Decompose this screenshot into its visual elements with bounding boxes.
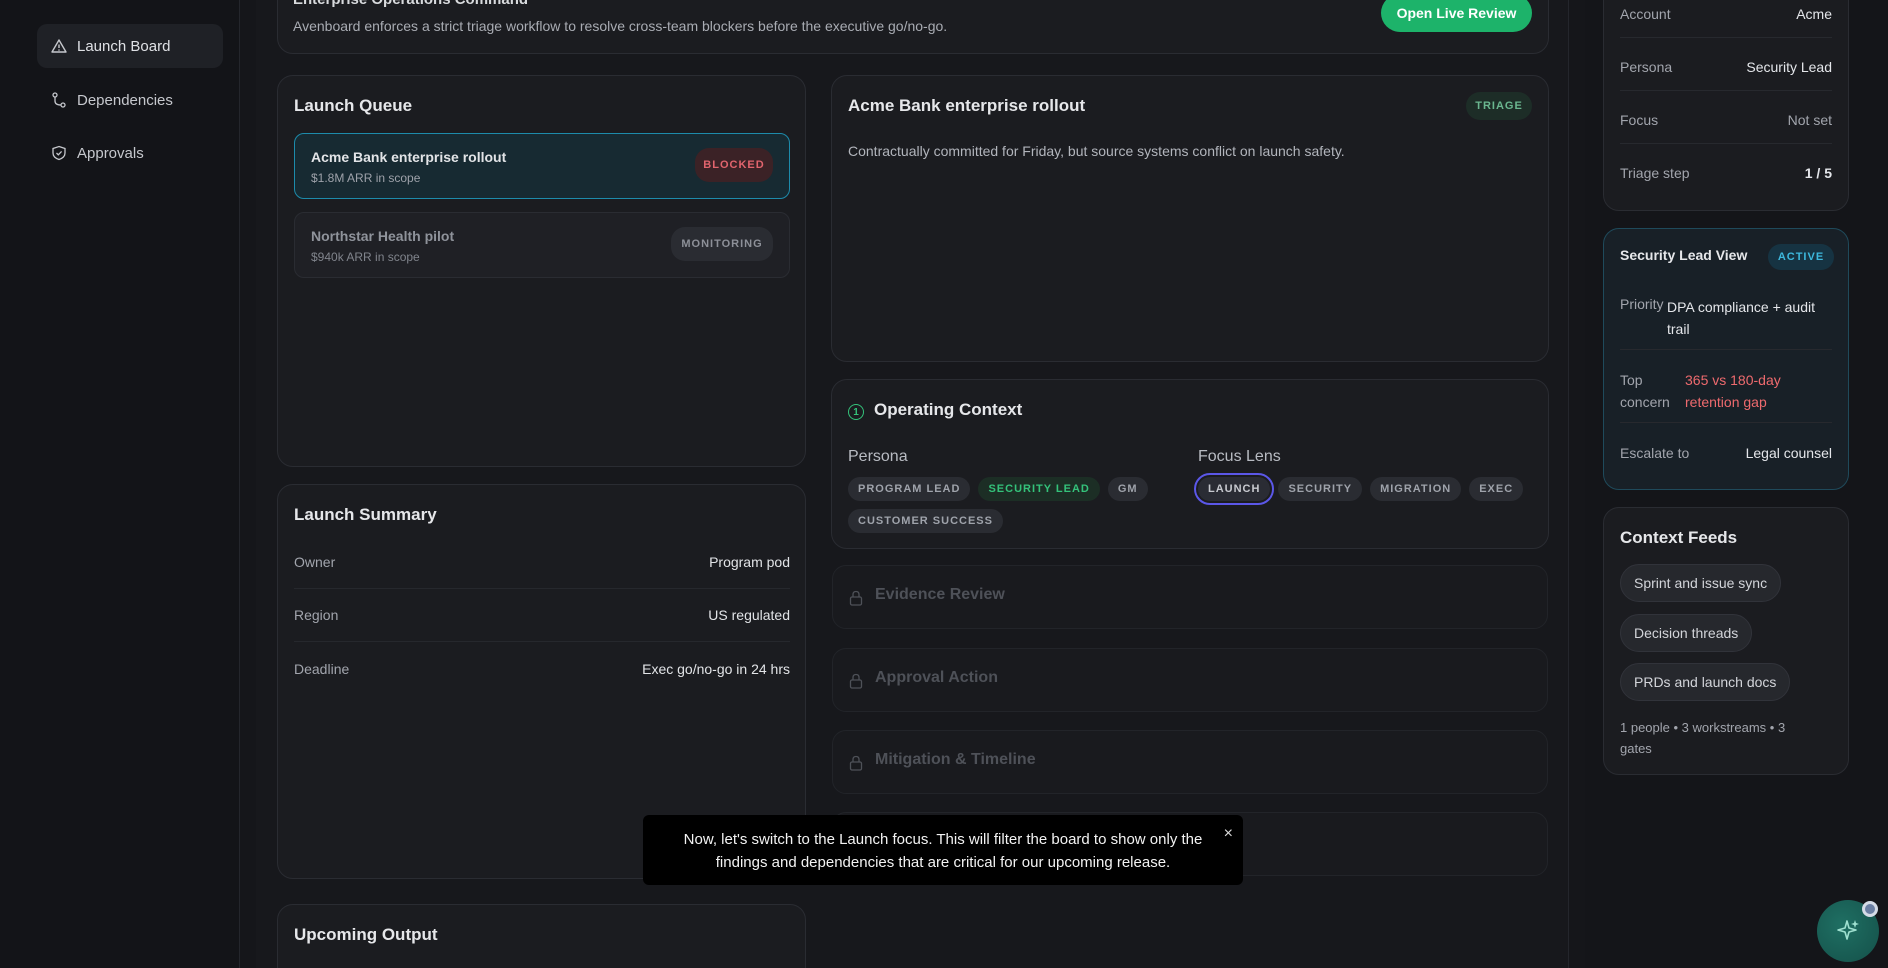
concern-value: 365 vs 180-day retention gap bbox=[1685, 372, 1781, 410]
escalate-value: Legal counsel bbox=[1745, 445, 1832, 461]
focus-chip-exec[interactable]: EXEC bbox=[1469, 477, 1524, 501]
triage-badge: TRIAGE bbox=[1466, 92, 1532, 120]
open-live-review-button[interactable]: Open Live Review bbox=[1381, 0, 1532, 32]
sidebar: Launch Board Dependencies Approvals bbox=[0, 0, 240, 968]
divider bbox=[1620, 90, 1832, 91]
persona-view-card: Security Lead View ACTIVE Priority DPA c… bbox=[1603, 228, 1849, 490]
warning-triangle-icon bbox=[51, 38, 67, 54]
detail-description: Contractually committed for Friday, but … bbox=[848, 143, 1345, 159]
priority-value: DPA compliance + audit trail bbox=[1667, 299, 1815, 337]
step-number-icon: 1 bbox=[848, 404, 864, 420]
context-feeds-card: Context Feeds Sprint and issue sync Deci… bbox=[1603, 507, 1849, 775]
divider bbox=[1620, 37, 1832, 38]
status-badge: MONITORING bbox=[671, 227, 773, 261]
sidebar-item-launch-board[interactable]: Launch Board bbox=[37, 24, 223, 68]
priority-key: Priority bbox=[1620, 296, 1664, 312]
row-value: 1 / 5 bbox=[1804, 165, 1832, 181]
sparkle-icon bbox=[1837, 920, 1859, 940]
lock-icon bbox=[849, 590, 863, 606]
mitigation-timeline-section: Mitigation & Timeline bbox=[832, 730, 1548, 794]
summary-key: Deadline bbox=[294, 660, 350, 677]
summary-value: US regulated bbox=[708, 607, 790, 623]
row-value: Security Lead bbox=[1746, 59, 1832, 75]
tooltip-text: Now, let's switch to the Launch focus. T… bbox=[683, 831, 1203, 871]
concern-key: Top concern bbox=[1620, 372, 1670, 410]
close-icon[interactable]: × bbox=[1224, 822, 1233, 845]
focus-chip-group: LAUNCH SECURITY MIGRATION EXEC bbox=[1193, 473, 1548, 509]
persona-chip-gm[interactable]: GM bbox=[1107, 477, 1148, 501]
persona-chip-security-lead[interactable]: SECURITY LEAD bbox=[978, 477, 1100, 501]
section-title: Evidence Review bbox=[875, 586, 1005, 603]
row-value: Acme bbox=[1796, 6, 1832, 22]
persona-chip-group: PROGRAM LEAD SECURITY LEAD GM CUSTOMER SUCC… bbox=[848, 477, 1178, 541]
launch-queue-card: Launch Queue Acme Bank enterprise rollou… bbox=[277, 75, 806, 467]
account-row: Account Acme bbox=[1620, 6, 1832, 22]
right-panel: Account Acme Persona Security Lead Focus No… bbox=[1585, 0, 1888, 968]
divider bbox=[1620, 143, 1832, 144]
persona-row: Persona Security Lead bbox=[1620, 59, 1832, 75]
focus-chip-launch[interactable]: LAUNCH bbox=[1193, 473, 1275, 505]
status-badge: BLOCKED bbox=[695, 148, 773, 182]
row-key: Triage step bbox=[1620, 165, 1690, 181]
feed-pill-decisions[interactable]: Decision threads bbox=[1620, 614, 1753, 652]
sidebar-item-dependencies[interactable]: Dependencies bbox=[37, 78, 223, 122]
onboarding-tooltip: Now, let's switch to the Launch focus. T… bbox=[643, 815, 1243, 885]
launch-summary-title: Launch Summary bbox=[294, 505, 437, 524]
row-key: Account bbox=[1620, 6, 1671, 22]
page-subtitle: Avenboard enforces a strict triage workf… bbox=[293, 18, 948, 34]
section-title: Approval Action bbox=[875, 669, 998, 686]
queue-item-acme[interactable]: Acme Bank enterprise rollout $1.8M ARR i… bbox=[294, 133, 790, 199]
sidebar-item-approvals[interactable]: Approvals bbox=[37, 131, 223, 175]
branch-icon bbox=[51, 92, 67, 108]
escalate-key: Escalate to bbox=[1620, 445, 1690, 461]
row-value: Not set bbox=[1787, 112, 1832, 128]
summary-row-region: Region US regulated bbox=[294, 589, 790, 642]
launch-detail-card: Acme Bank enterprise rollout TRIAGE Cont… bbox=[831, 75, 1549, 362]
detail-title: Acme Bank enterprise rollout bbox=[848, 96, 1086, 115]
focus-lens-label: Focus Lens bbox=[1198, 448, 1281, 465]
triage-step-row: Triage step 1 / 5 bbox=[1620, 165, 1832, 181]
persona-chip-program-lead[interactable]: PROGRAM LEAD bbox=[848, 477, 971, 501]
page-title: Enterprise Operations Command bbox=[293, 0, 528, 8]
row-key: Persona bbox=[1620, 59, 1673, 75]
operating-context-card: 1 Operating Context Persona PROGRAM LEAD… bbox=[831, 379, 1549, 549]
persona-label: Persona bbox=[848, 448, 908, 465]
context-feeds-title: Context Feeds bbox=[1620, 528, 1738, 547]
summary-key: Region bbox=[294, 607, 339, 623]
approval-action-section: Approval Action bbox=[832, 648, 1548, 712]
sidebar-item-label: Launch Board bbox=[77, 37, 171, 55]
active-badge: ACTIVE bbox=[1768, 244, 1834, 270]
upcoming-output-title: Upcoming Output bbox=[294, 925, 438, 944]
summary-key: Owner bbox=[294, 554, 336, 570]
operating-context-title: Operating Context bbox=[874, 400, 1023, 419]
lock-icon bbox=[849, 755, 863, 771]
notification-dot bbox=[1862, 901, 1878, 917]
launch-queue-title: Launch Queue bbox=[294, 96, 413, 115]
sidebar-item-label: Approvals bbox=[77, 144, 144, 162]
escalate-row: Escalate to Legal counsel bbox=[1620, 445, 1832, 461]
feed-pill-prds[interactable]: PRDs and launch docs bbox=[1620, 663, 1791, 701]
evidence-review-section: Evidence Review bbox=[832, 565, 1548, 629]
account-card: Account Acme Persona Security Lead Focus No… bbox=[1603, 0, 1849, 211]
feed-pill-sprint[interactable]: Sprint and issue sync bbox=[1620, 564, 1782, 602]
persona-chip-customer-success[interactable]: CUSTOMER SUCCESS bbox=[848, 509, 1003, 533]
summary-value: Program pod bbox=[709, 554, 790, 570]
focus-row: Focus Not set bbox=[1620, 112, 1832, 128]
focus-chip-security[interactable]: SECURITY bbox=[1278, 477, 1363, 501]
divider bbox=[1620, 349, 1832, 350]
row-key: Focus bbox=[1620, 112, 1659, 128]
summary-value: Exec go/no-go in 24 hrs bbox=[642, 660, 790, 677]
upcoming-output-card: Upcoming Output bbox=[277, 904, 806, 968]
persona-view-title: Security Lead View bbox=[1620, 247, 1748, 263]
lock-icon bbox=[849, 673, 863, 689]
feeds-footer: 1 people • 3 workstreams • 3 gates bbox=[1620, 720, 1786, 756]
focus-chip-migration[interactable]: MIGRATION bbox=[1370, 477, 1462, 501]
divider bbox=[1620, 422, 1832, 423]
queue-item-northstar[interactable]: Northstar Health pilot $940k ARR in scop… bbox=[294, 212, 790, 278]
shield-check-icon bbox=[51, 145, 67, 161]
summary-row-deadline: Deadline Exec go/no-go in 24 hrs bbox=[294, 642, 790, 695]
sidebar-item-label: Dependencies bbox=[77, 91, 173, 109]
summary-row-owner: Owner Program pod bbox=[294, 536, 790, 589]
section-title: Mitigation & Timeline bbox=[875, 751, 1036, 768]
